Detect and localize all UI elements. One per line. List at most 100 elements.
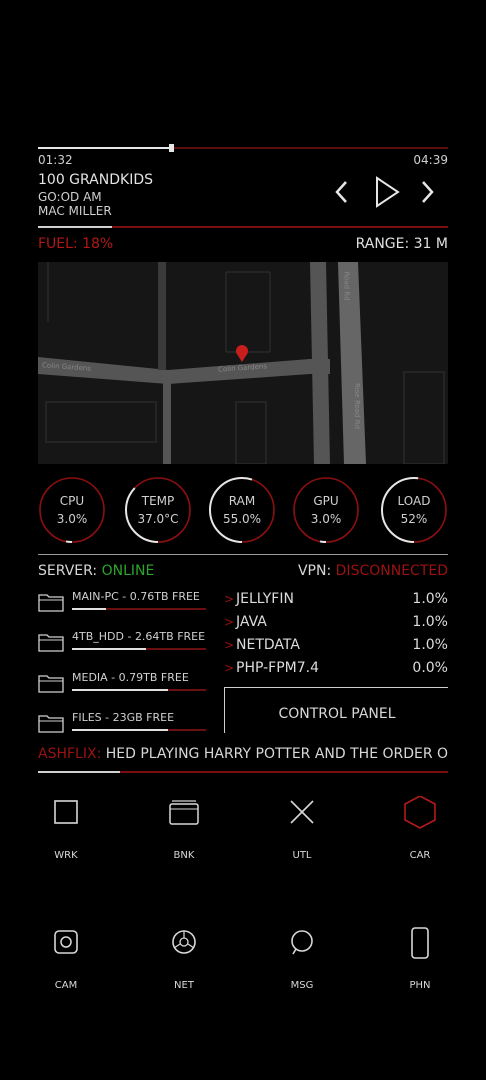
vpn-status-value: DISCONNECTED [335, 563, 448, 579]
service-usage: 1.0% [412, 591, 448, 607]
folder-icon [38, 634, 64, 652]
gauge-value: 3.0% [56, 512, 88, 526]
gauge-ring [293, 477, 359, 543]
seek-handle[interactable] [169, 144, 174, 152]
gauge-temp: TEMP 37.0°C [124, 476, 192, 544]
previous-button[interactable] [332, 178, 352, 206]
chevron-left-icon [335, 181, 347, 203]
app-car[interactable]: CAR [390, 796, 450, 868]
gauge-load: LOAD 52% [380, 476, 448, 544]
service-usage: 1.0% [412, 614, 448, 630]
ticker-source: ASHFLIX: [38, 746, 106, 762]
folder-icon [38, 594, 64, 612]
camera-icon [54, 930, 78, 954]
track-title: 100 GRANDKIDS [38, 172, 153, 188]
drive-item[interactable]: MAIN-PC - 0.76TB FREE [38, 590, 206, 624]
app-net[interactable]: NET [154, 926, 214, 998]
app-label: BNK [173, 850, 195, 861]
app-phn[interactable]: PHN [390, 926, 450, 998]
gauge-ring [39, 477, 105, 543]
ticker-message: HED PLAYING HARRY POTTER AND THE ORDER O… [105, 746, 448, 762]
ticker-divider-accent [38, 771, 120, 773]
drive-item[interactable]: FILES - 23GB FREE [38, 711, 206, 745]
app-utl[interactable]: UTL [272, 796, 332, 868]
drive-usage-fill [72, 729, 168, 731]
drive-label: MEDIA - 0.79TB FREE [72, 671, 189, 684]
app-label: CAR [409, 850, 431, 861]
service-item: > NETDATA 1.0% [224, 637, 448, 657]
chevron-right-icon: > [224, 638, 235, 652]
album-name: GO:OD AM [38, 190, 102, 204]
drive-label: MAIN-PC - 0.76TB FREE [72, 590, 200, 603]
artist-name: MAC MILLER [38, 204, 112, 218]
app-label: MSG [290, 980, 314, 991]
drive-item[interactable]: 4TB_HDD - 2.64TB FREE [38, 630, 206, 664]
map-street-label: Rise Road Rd [353, 382, 362, 430]
drive-item[interactable]: MEDIA - 0.79TB FREE [38, 671, 206, 705]
app-bnk[interactable]: BNK [154, 796, 214, 868]
app-label: PHN [409, 980, 431, 991]
chevron-right-icon: > [224, 592, 235, 606]
media-divider-accent [38, 226, 112, 228]
drive-usage-fill [72, 608, 106, 610]
app-label: NET [174, 980, 194, 991]
gauge-name: TEMP [141, 494, 175, 508]
gauge-name: RAM [228, 494, 256, 508]
elapsed-time: 01:32 [38, 153, 73, 167]
service-usage: 0.0% [412, 660, 448, 676]
control-panel-label: CONTROL PANEL [278, 706, 396, 722]
server-status-value: ONLINE [101, 563, 155, 579]
server-status: SERVER: ONLINE [38, 563, 154, 579]
service-name: JAVA [236, 614, 267, 630]
gauge-name: GPU [313, 494, 339, 508]
gauge-gpu: GPU 3.0% [292, 476, 360, 544]
gauge-name: LOAD [397, 494, 431, 508]
map-street-label: Road Rd [342, 271, 351, 301]
fuel-level: FUEL: 18% [38, 236, 114, 252]
service-item: > JAVA 1.0% [224, 614, 448, 634]
browser-icon [172, 930, 196, 954]
drive-usage-fill [72, 648, 146, 650]
vpn-status: VPN: DISCONNECTED [298, 563, 448, 579]
service-item: > JELLYFIN 1.0% [224, 591, 448, 611]
control-panel-button[interactable]: CONTROL PANEL [224, 687, 448, 733]
gauge-ram: RAM 55.0% [208, 476, 276, 544]
app-cam[interactable]: CAM [36, 926, 96, 998]
seek-progress [38, 147, 169, 149]
folder-icon [38, 675, 64, 693]
vpn-label: VPN: [297, 563, 336, 579]
service-item: > PHP-FPM7.4 0.0% [224, 660, 448, 680]
drive-label: FILES - 23GB FREE [72, 711, 175, 724]
duration-time: 04:39 [413, 153, 448, 167]
navigation-map[interactable]: Colin Gardens Colin Gardens Road Rd Rise… [38, 262, 448, 464]
app-msg[interactable]: MSG [272, 926, 332, 998]
cross-icon [290, 800, 314, 824]
folder-icon [38, 715, 64, 733]
drive-usage-fill [72, 689, 168, 691]
gauge-name: CPU [59, 494, 85, 508]
gauge-ring [125, 477, 191, 543]
app-label: UTL [292, 850, 312, 861]
gauge-value: 37.0°C [137, 512, 179, 526]
play-button[interactable] [372, 175, 402, 209]
phone-icon [411, 927, 429, 959]
drive-label: 4TB_HDD - 2.64TB FREE [72, 630, 206, 643]
chat-icon [291, 930, 313, 955]
app-label: CAM [54, 980, 78, 991]
gauge-ring [209, 477, 275, 543]
server-label: SERVER: [38, 563, 102, 579]
next-button[interactable] [418, 178, 438, 206]
play-icon [376, 176, 400, 208]
gauge-value: 3.0% [310, 512, 342, 526]
gauge-value: 55.0% [222, 512, 262, 526]
gauge-ring [381, 477, 447, 543]
square-icon [54, 800, 78, 824]
wallet-icon [169, 800, 199, 825]
service-usage: 1.0% [412, 637, 448, 653]
service-name: NETDATA [236, 637, 300, 653]
hexagon-icon [404, 796, 436, 829]
gauge-cpu: CPU 3.0% [38, 476, 106, 544]
notification-ticker[interactable]: ASHFLIX: HED PLAYING HARRY POTTER AND TH… [38, 746, 448, 762]
app-wrk[interactable]: WRK [36, 796, 96, 868]
service-name: JELLYFIN [236, 591, 294, 607]
